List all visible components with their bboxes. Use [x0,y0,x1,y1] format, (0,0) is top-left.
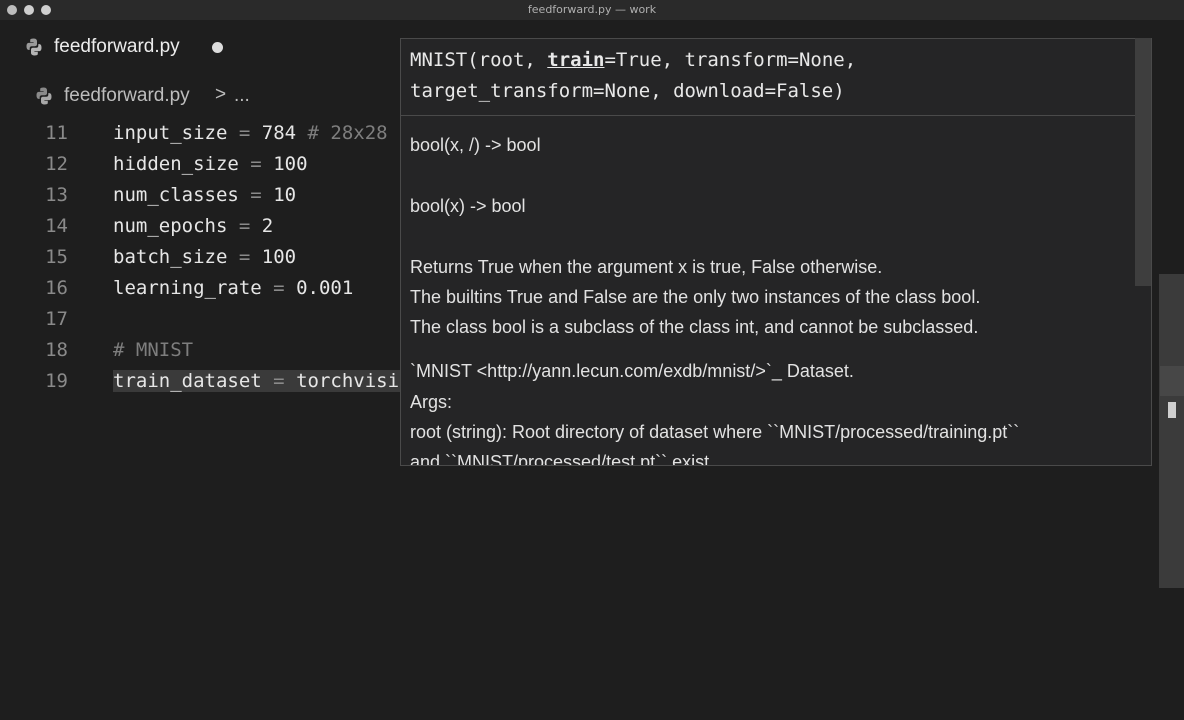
breadcrumb-symbols[interactable]: ... [234,85,250,107]
comment: # 28x28 [307,122,388,144]
line-number: 12 [45,153,68,175]
operator: = [273,277,285,299]
code-text: num_classes = 10 [113,184,296,206]
code-text: hidden_size = 100 [113,153,308,175]
active-parameter: train [547,49,605,71]
line-number: 19 [45,370,68,392]
identifier: input_size [113,122,228,144]
literal: 100 [261,246,297,268]
signature-line-1: MNIST(root, train=True, transform=None, [410,49,856,71]
editor-scrollbar[interactable] [1159,274,1184,588]
line-number: 13 [45,184,68,206]
doc-line: root (string): Root directory of dataset… [410,422,1020,442]
python-file-icon [26,38,42,56]
editor-tab-feedforward[interactable]: feedforward.py [0,20,260,76]
doc-line: Args: [410,392,453,412]
doc-line: bool(x) -> bool [410,196,526,216]
signature-text: MNIST(root, [410,49,548,71]
doc-line: Returns True when the argument x is true… [410,257,883,277]
code-text: batch_size = 100 [113,246,296,268]
code-text: learning_rate = 0.001 [113,277,353,299]
operator: = [238,215,251,237]
breadcrumb-separator: > [215,84,227,105]
title-bar: feedforward.py — work [0,0,1184,20]
operator: = [238,122,251,144]
code-text: input_size = 784 # 28x28 [113,122,388,144]
literal: 100 [273,153,308,175]
minimap-current-line [1160,366,1184,396]
identifier: num_epochs [113,215,228,237]
breadcrumb-file[interactable]: feedforward.py [64,85,190,107]
popup-scrollbar[interactable] [1135,38,1151,286]
operator: = [238,246,251,268]
line-number: 11 [45,122,68,144]
minimap-cursor-marker [1168,402,1176,418]
literal: 2 [261,215,274,237]
literal: 10 [273,184,297,206]
operator: = [250,153,262,175]
line-number: 15 [45,246,68,268]
doc-line: The builtins True and False are the only… [410,287,981,307]
python-file-icon [36,87,52,105]
unsaved-dot-icon[interactable] [212,42,223,53]
code-text: num_epochs = 2 [113,215,273,237]
identifier: hidden_size [113,153,239,175]
doc-line: bool(x, /) -> bool [410,135,541,155]
signature-text: =True, transform=None, [604,49,857,71]
line-number: 18 [45,339,68,361]
doc-line: and ``MNIST/processed/test.pt`` exist. [410,452,715,466]
line-number: 17 [45,308,68,330]
operator: = [250,184,262,206]
signature-help-popup[interactable]: MNIST(root, train=True, transform=None, … [400,38,1152,466]
identifier: num_classes [113,184,239,206]
identifier: learning_rate [113,277,262,299]
identifier: train_dataset [113,370,262,392]
literal: 0.001 [296,277,354,299]
doc-line: `MNIST <http://yann.lecun.com/exdb/mnist… [410,361,854,381]
line-number: 14 [45,215,68,237]
identifier: batch_size [113,246,228,268]
doc-line: The class bool is a subclass of the clas… [410,317,979,337]
operator: = [273,370,285,392]
literal: 784 [261,122,297,144]
code-text: train_dataset = torchvision [113,370,422,392]
window-title: feedforward.py — work [527,3,657,16]
tab-label: feedforward.py [54,36,180,57]
line-number: 16 [45,277,68,299]
signature: MNIST(root, train=True, transform=None, … [401,39,1151,116]
comment: # MNIST [113,339,194,361]
signature-line-2: target_transform=None, download=False) [410,80,845,102]
